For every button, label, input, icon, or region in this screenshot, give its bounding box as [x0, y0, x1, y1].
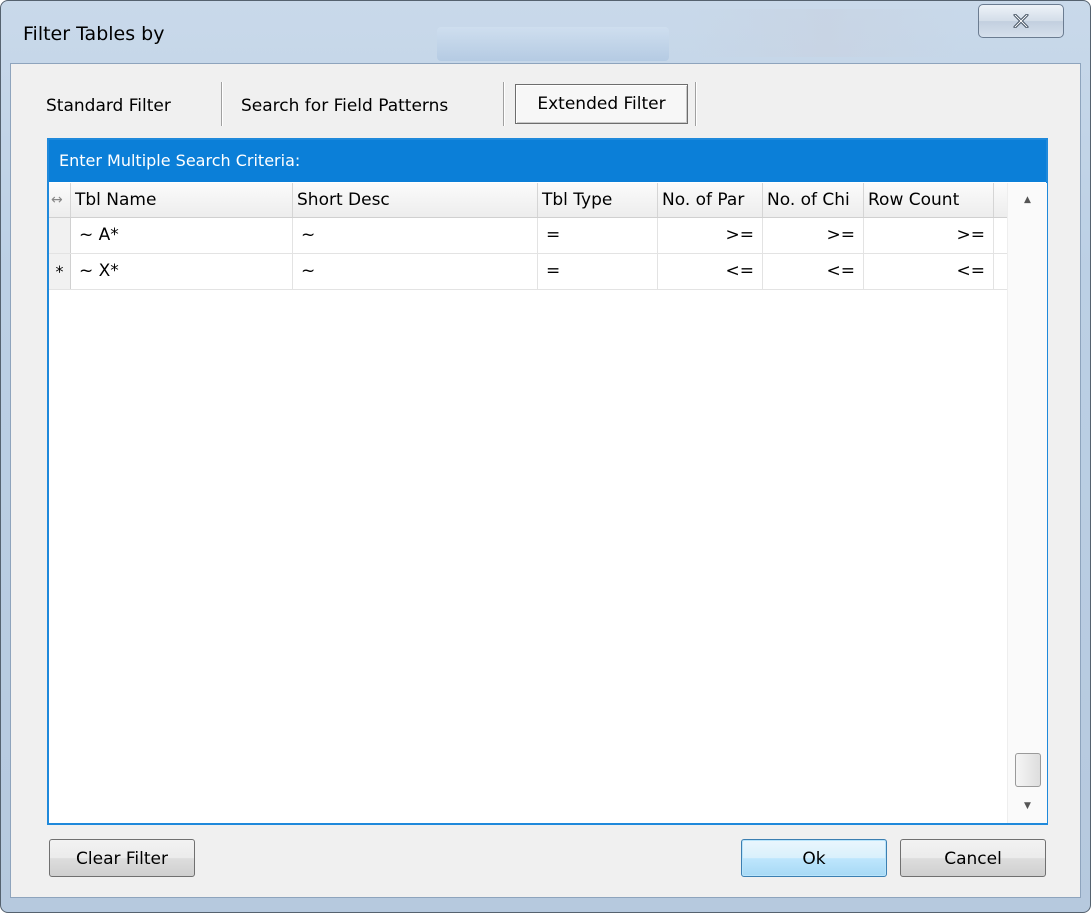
- filter-tables-dialog: Filter Tables by Standard Filter Search …: [0, 0, 1091, 913]
- tab-standard-filter[interactable]: Standard Filter: [46, 86, 171, 126]
- tab-search-field-patterns[interactable]: Search for Field Patterns: [241, 86, 448, 126]
- cell-no-of-parents[interactable]: <=: [658, 254, 763, 289]
- title-bar: Filter Tables by: [1, 1, 1090, 61]
- cell-tbl-type[interactable]: =: [538, 218, 658, 253]
- cell-tbl-name[interactable]: ~ X*: [71, 254, 293, 289]
- clear-filter-button[interactable]: Clear Filter: [49, 839, 195, 877]
- dialog-title: Filter Tables by: [23, 23, 165, 45]
- cell-row-count[interactable]: >=: [864, 218, 994, 253]
- tab-separator: [221, 82, 223, 126]
- table-row-new[interactable]: * ~ X* ~ = <= <= <=: [49, 254, 1007, 290]
- column-header-tbl-type[interactable]: Tbl Type: [538, 183, 658, 217]
- scroll-up-button[interactable]: ▲: [1008, 183, 1047, 217]
- column-header-no-of-children[interactable]: No. of Chi: [763, 183, 864, 217]
- grid-header: ↔ Tbl Name Short Desc Tbl Type No. of Pa…: [49, 183, 1007, 218]
- column-header-tbl-name[interactable]: Tbl Name: [71, 183, 293, 217]
- cell-row-count[interactable]: <=: [864, 254, 994, 289]
- cell-tbl-name[interactable]: ~ A*: [71, 218, 293, 253]
- tab-separator: [695, 82, 697, 126]
- tab-extended-filter[interactable]: Extended Filter: [515, 84, 688, 124]
- cell-short-desc[interactable]: ~: [293, 218, 538, 253]
- close-button[interactable]: [978, 4, 1064, 38]
- cell-no-of-children[interactable]: <=: [763, 254, 864, 289]
- cancel-button[interactable]: Cancel: [900, 839, 1046, 877]
- vertical-scrollbar[interactable]: ▲ ▼: [1007, 183, 1047, 823]
- background-blur: [437, 27, 669, 61]
- cell-tbl-type[interactable]: =: [538, 254, 658, 289]
- scroll-down-button[interactable]: ▼: [1008, 789, 1047, 823]
- scroll-down-icon: ▼: [1024, 801, 1031, 811]
- column-header-no-of-parents[interactable]: No. of Par: [658, 183, 763, 217]
- background-blur-glass: [691, 9, 961, 57]
- column-resize-icon[interactable]: ↔: [49, 183, 71, 217]
- grid-caption: Enter Multiple Search Criteria:: [49, 140, 1046, 182]
- cell-no-of-parents[interactable]: >=: [658, 218, 763, 253]
- scroll-thumb[interactable]: [1015, 753, 1041, 787]
- close-icon: [1013, 14, 1029, 28]
- cell-no-of-children[interactable]: >=: [763, 218, 864, 253]
- column-header-short-desc[interactable]: Short Desc: [293, 183, 538, 217]
- tab-separator: [503, 82, 505, 126]
- column-header-row-count[interactable]: Row Count: [864, 183, 994, 217]
- table-row[interactable]: ~ A* ~ = >= >= >=: [49, 218, 1007, 254]
- row-selector[interactable]: [49, 218, 71, 253]
- search-criteria-grid: Enter Multiple Search Criteria: ↔ Tbl Na…: [47, 138, 1048, 825]
- cell-short-desc[interactable]: ~: [293, 254, 538, 289]
- new-row-marker[interactable]: *: [49, 254, 71, 289]
- dialog-client-area: Standard Filter Search for Field Pattern…: [10, 63, 1081, 898]
- scroll-up-icon: ▲: [1024, 195, 1031, 205]
- ok-button[interactable]: Ok: [741, 839, 887, 877]
